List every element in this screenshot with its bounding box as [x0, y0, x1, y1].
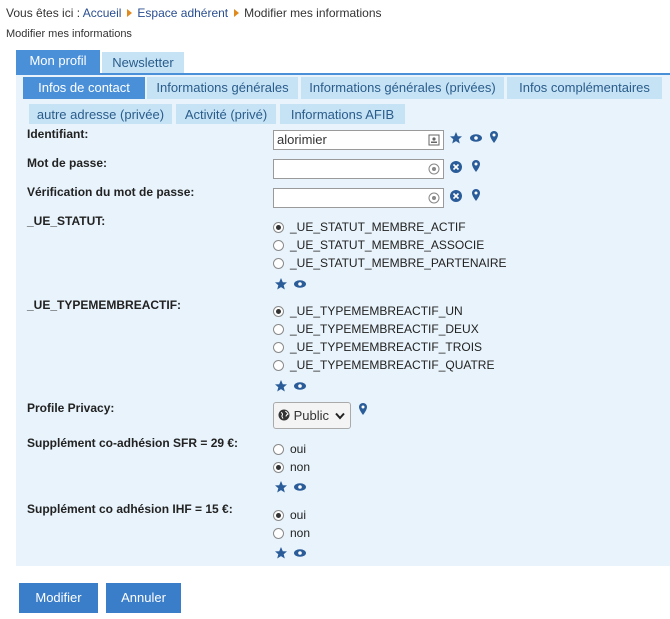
ue-statut-option[interactable]: _UE_STATUT_MEMBRE_ACTIF	[273, 220, 466, 234]
id-card-icon	[428, 134, 440, 146]
breadcrumb: Vous êtes ici : Accueil Espace adhérent Mo…	[6, 6, 382, 20]
radio-button[interactable]	[273, 222, 284, 233]
radio-button[interactable]	[273, 324, 284, 335]
page-title: Modifier mes informations	[6, 28, 132, 40]
radio-label: _UE_TYPEMEMBREACTIF_DEUX	[290, 322, 479, 336]
radio-button[interactable]	[273, 444, 284, 455]
radio-label: _UE_TYPEMEMBREACTIF_UN	[290, 304, 463, 318]
radio-label: _UE_STATUT_MEMBRE_ACTIF	[290, 220, 466, 234]
radio-button[interactable]	[273, 360, 284, 371]
radio-label: oui	[290, 508, 307, 522]
sfr-option-non[interactable]: non	[273, 460, 310, 474]
privacy-value: Public	[293, 408, 330, 423]
password-input[interactable]	[273, 159, 444, 179]
cancel-button[interactable]: Annuler	[106, 583, 181, 613]
ue-typemembre-option[interactable]: _UE_TYPEMEMBREACTIF_UN	[273, 304, 463, 318]
ue-statut-option[interactable]: _UE_STATUT_MEMBRE_ASSOCIE	[273, 238, 484, 252]
radio-label: non	[290, 526, 311, 540]
map-pin-icon[interactable]	[487, 130, 501, 144]
radio-button[interactable]	[273, 462, 284, 473]
tab-autre-adresse[interactable]: autre adresse (privée)	[29, 104, 172, 126]
globe-icon	[278, 409, 290, 421]
password-confirm-input[interactable]	[273, 188, 444, 208]
breadcrumb-prefix: Vous êtes ici :	[6, 6, 81, 20]
password-confirm-label: Vérification du mot de passe:	[27, 185, 195, 199]
tab-informations-generales-privees[interactable]: Informations générales (privées)	[301, 77, 504, 99]
tab-informations-generales[interactable]: Informations générales	[147, 77, 298, 99]
map-pin-icon[interactable]	[469, 159, 483, 173]
radio-label: _UE_STATUT_MEMBRE_ASSOCIE	[290, 238, 485, 252]
ue-statut-option[interactable]: _UE_STATUT_MEMBRE_PARTENAIRE	[273, 256, 507, 270]
star-icon[interactable]	[274, 277, 288, 291]
eye-icon[interactable]	[293, 379, 307, 393]
radio-label: _UE_STATUT_MEMBRE_PARTENAIRE	[290, 256, 507, 270]
map-pin-icon[interactable]	[469, 188, 483, 202]
sfr-option-oui[interactable]: oui	[273, 442, 306, 456]
star-icon[interactable]	[274, 379, 288, 393]
eye-icon[interactable]	[293, 480, 307, 494]
ihf-option-non[interactable]: non	[273, 526, 310, 540]
tab-infos-complementaires[interactable]: Infos complémentaires	[507, 77, 662, 99]
radio-button[interactable]	[273, 528, 284, 539]
identifiant-label: Identifiant:	[27, 127, 89, 141]
eye-icon[interactable]	[293, 546, 307, 560]
password-label: Mot de passe:	[27, 156, 108, 170]
ue-typemembre-label: _UE_TYPEMEMBREACTIF:	[27, 298, 182, 312]
radio-button[interactable]	[273, 306, 284, 317]
eye-icon[interactable]	[469, 131, 483, 145]
privacy-select[interactable]: Public	[273, 402, 351, 429]
close-circle-icon[interactable]	[449, 189, 463, 203]
breadcrumb-arrow-icon	[127, 9, 133, 17]
radio-label: _UE_TYPEMEMBREACTIF_TROIS	[290, 340, 483, 354]
identifiant-input[interactable]: alorimier	[273, 130, 444, 150]
ue-typemembre-option[interactable]: _UE_TYPEMEMBREACTIF_TROIS	[273, 340, 482, 354]
key-icon	[428, 192, 440, 204]
star-icon[interactable]	[274, 546, 288, 560]
breadcrumb-link-accueil[interactable]: Accueil	[83, 6, 122, 20]
privacy-label: Profile Privacy:	[27, 401, 115, 415]
star-icon[interactable]	[449, 131, 463, 145]
radio-button[interactable]	[273, 258, 284, 269]
ue-typemembre-option[interactable]: _UE_TYPEMEMBREACTIF_QUATRE	[273, 358, 494, 372]
radio-label: _UE_TYPEMEMBREACTIF_QUATRE	[290, 358, 495, 372]
ue-typemembre-option[interactable]: _UE_TYPEMEMBREACTIF_DEUX	[273, 322, 479, 336]
sfr-label: Supplément co-adhésion SFR = 29 €:	[27, 436, 239, 450]
ihf-option-oui[interactable]: oui	[273, 508, 306, 522]
tab-infos-contact[interactable]: Infos de contact	[23, 77, 145, 99]
tab-newsletter[interactable]: Newsletter	[102, 52, 184, 74]
ihf-label: Supplément co adhésion IHF = 15 €:	[27, 502, 233, 516]
map-pin-icon[interactable]	[356, 402, 370, 416]
key-icon	[428, 163, 440, 175]
breadcrumb-current: Modifier mes informations	[244, 6, 382, 20]
breadcrumb-link-espace[interactable]: Espace adhérent	[137, 6, 228, 20]
breadcrumb-arrow-icon	[234, 9, 240, 17]
radio-label: oui	[290, 442, 307, 456]
radio-label: non	[290, 460, 311, 474]
tab-mon-profil[interactable]: Mon profil	[16, 50, 100, 74]
identifiant-value: alorimier	[277, 132, 327, 147]
eye-icon[interactable]	[293, 277, 307, 291]
submit-button[interactable]: Modifier	[19, 583, 98, 613]
radio-button[interactable]	[273, 342, 284, 353]
star-icon[interactable]	[274, 480, 288, 494]
close-circle-icon[interactable]	[449, 160, 463, 174]
radio-button[interactable]	[273, 510, 284, 521]
tab-activite[interactable]: Activité (privé)	[176, 104, 276, 126]
tab-informations-afib[interactable]: Informations AFIB	[280, 104, 405, 126]
radio-button[interactable]	[273, 240, 284, 251]
ue-statut-label: _UE_STATUT:	[27, 214, 106, 228]
chevron-down-icon	[335, 412, 345, 420]
